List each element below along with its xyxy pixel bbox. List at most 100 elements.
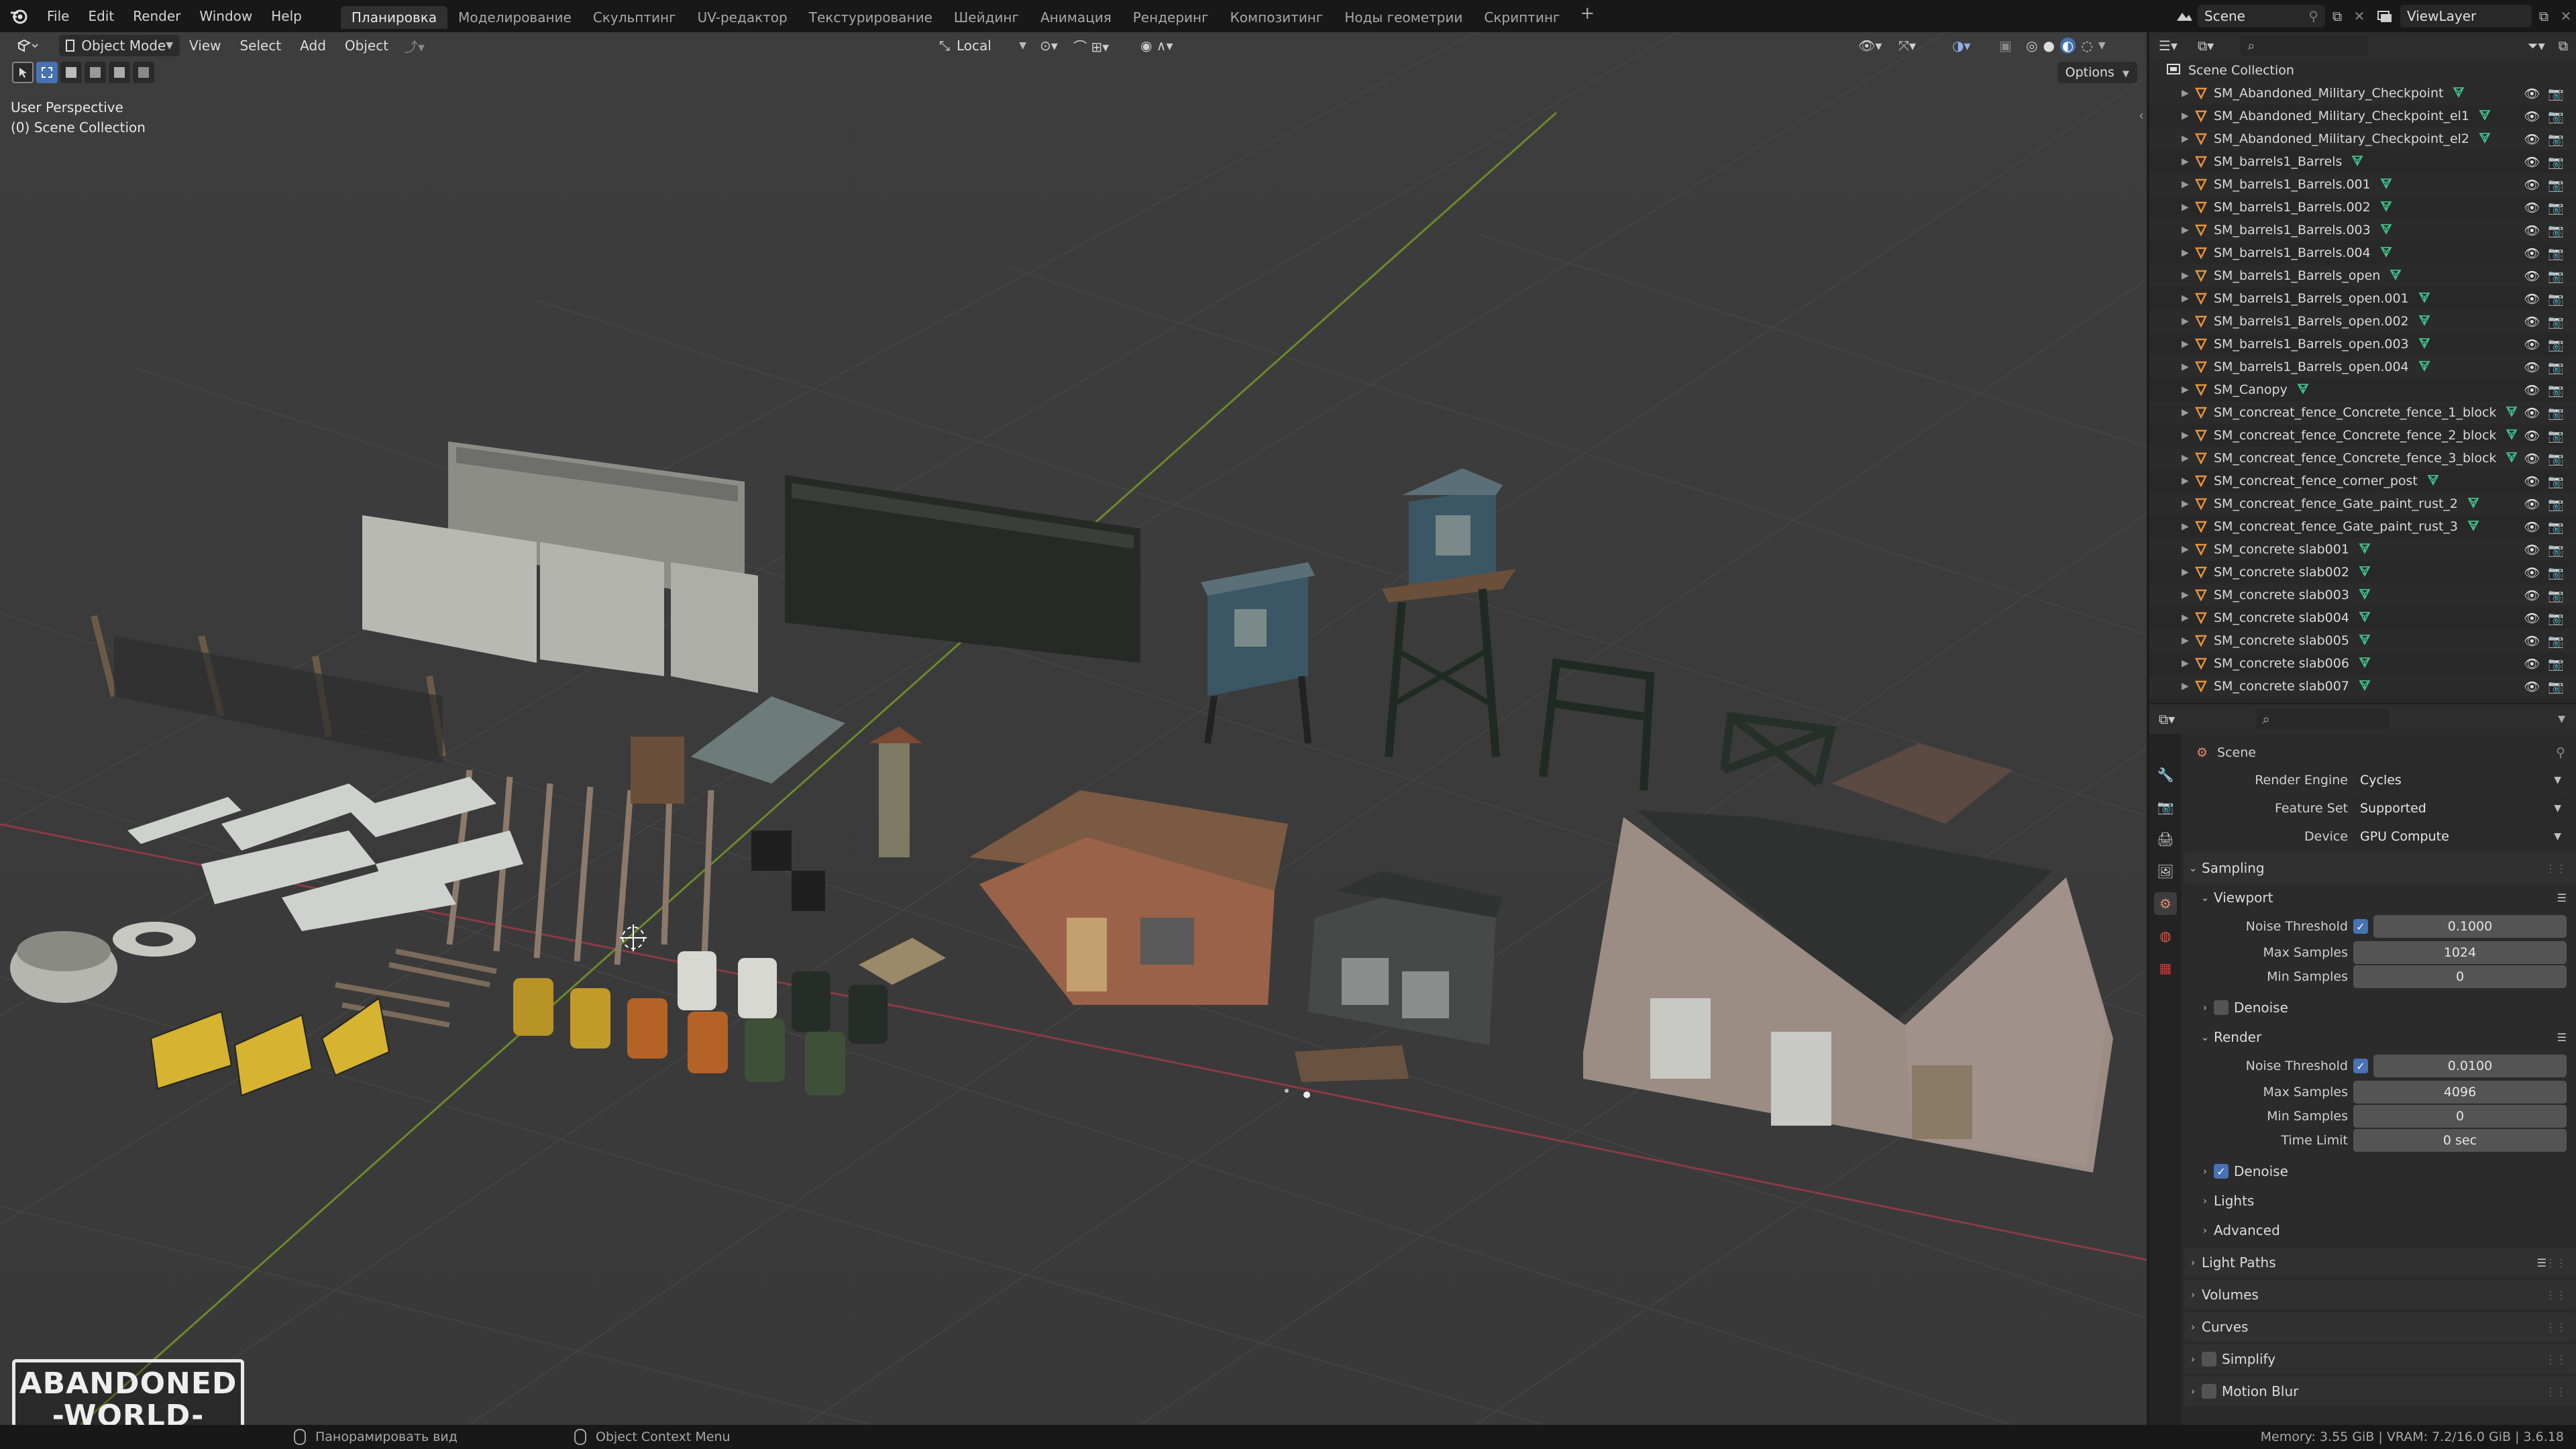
chevron-right-icon[interactable]: ▶ bbox=[2182, 658, 2192, 669]
outliner-item[interactable]: ▶ SM_barrels1_Barrels.004 👁 📷 bbox=[2149, 241, 2576, 264]
camera-icon[interactable]: 📷 bbox=[2548, 360, 2564, 375]
outliner-item[interactable]: ▶ SM_concrete slab007 👁 📷 bbox=[2149, 675, 2576, 698]
eye-icon[interactable]: 👁 bbox=[2524, 246, 2540, 261]
outliner-item[interactable]: ▶ SM_concrete slab002 👁 📷 bbox=[2149, 561, 2576, 584]
menu-object[interactable]: Object bbox=[335, 38, 398, 54]
pin-icon[interactable]: ⚲ bbox=[2556, 745, 2565, 760]
eye-icon[interactable]: 👁 bbox=[2524, 405, 2540, 421]
outliner-item[interactable]: ▶ SM_barrels1_Barrels_open.003 👁 📷 bbox=[2149, 333, 2576, 356]
texture-tab-icon[interactable]: ▦ bbox=[2154, 957, 2177, 979]
chevron-right-icon[interactable]: ▶ bbox=[2182, 498, 2192, 509]
sampling-panel-header[interactable]: ⌄ Sampling ⋮⋮ bbox=[2184, 853, 2576, 883]
gizmo-icon[interactable]: ⤧▾ bbox=[1892, 35, 1923, 56]
camera-icon[interactable]: 📷 bbox=[2548, 565, 2564, 580]
eye-icon[interactable]: 👁 bbox=[2524, 109, 2540, 124]
camera-icon[interactable]: 📷 bbox=[2548, 496, 2564, 512]
new-scene-icon[interactable]: ⧉ bbox=[2325, 8, 2349, 24]
mesh-data-icon[interactable] bbox=[2359, 610, 2371, 626]
camera-icon[interactable]: 📷 bbox=[2548, 519, 2564, 535]
tab-shading[interactable]: Шейдинг bbox=[943, 6, 1030, 29]
chevron-right-icon[interactable]: ▶ bbox=[2182, 544, 2192, 555]
chevron-right-icon[interactable]: ▶ bbox=[2182, 88, 2192, 99]
outliner-item[interactable]: ▶ SM_concreat_fence_corner_post 👁 📷 bbox=[2149, 470, 2576, 492]
eye-icon[interactable]: 👁 bbox=[2524, 610, 2540, 626]
vp-noise-threshold-checkbox[interactable]: ✓ bbox=[2353, 919, 2368, 934]
tab-modeling[interactable]: Моделирование bbox=[447, 6, 582, 29]
menu-select[interactable]: Select bbox=[230, 38, 290, 54]
mesh-data-icon[interactable] bbox=[2390, 268, 2402, 284]
mesh-data-icon[interactable] bbox=[2506, 405, 2518, 421]
camera-icon[interactable]: 📷 bbox=[2548, 656, 2564, 672]
add-workspace-button[interactable]: + bbox=[1570, 3, 1604, 29]
mesh-data-icon[interactable] bbox=[2506, 428, 2518, 443]
motion-blur-panel-header[interactable]: › Motion Blur ⋮⋮ bbox=[2184, 1377, 2576, 1406]
eye-icon[interactable]: 👁 bbox=[2524, 223, 2540, 238]
tab-rendering[interactable]: Рендеринг bbox=[1122, 6, 1220, 29]
overlays-icon[interactable]: ◑▾ bbox=[1945, 35, 1978, 56]
render-subpanel-header[interactable]: ⌄ Render ☰ bbox=[2184, 1022, 2576, 1052]
outliner-item[interactable]: ▶ SM_Abandoned_Military_Checkpoint 👁 📷 bbox=[2149, 82, 2576, 105]
snap-icon[interactable]: ⌒ ⊞▾ bbox=[1067, 35, 1116, 56]
eye-icon[interactable]: 👁 bbox=[2524, 86, 2540, 101]
camera-icon[interactable]: 📷 bbox=[2548, 177, 2564, 193]
chevron-right-icon[interactable]: ▶ bbox=[2182, 362, 2192, 372]
camera-icon[interactable]: 📷 bbox=[2548, 474, 2564, 489]
view-layer-tab-icon[interactable]: 🖼 bbox=[2154, 860, 2177, 883]
menu-help[interactable]: Help bbox=[262, 0, 311, 32]
r-max-samples-field[interactable]: 4096 bbox=[2353, 1081, 2567, 1104]
chevron-right-icon[interactable]: ▶ bbox=[2182, 384, 2192, 395]
eye-icon[interactable]: 👁 bbox=[2524, 314, 2540, 329]
chevron-right-icon[interactable]: ▶ bbox=[2182, 270, 2192, 281]
select-extend-icon[interactable] bbox=[60, 62, 82, 83]
camera-icon[interactable]: 📷 bbox=[2548, 246, 2564, 261]
camera-icon[interactable]: 📷 bbox=[2548, 633, 2564, 649]
chevron-right-icon[interactable]: ▶ bbox=[2182, 407, 2192, 418]
chevron-right-icon[interactable]: ▶ bbox=[2182, 476, 2192, 486]
mesh-data-icon[interactable] bbox=[2418, 314, 2430, 329]
chevron-right-icon[interactable]: ▶ bbox=[2182, 453, 2192, 464]
camera-icon[interactable]: 📷 bbox=[2548, 200, 2564, 215]
drag-handle-icon[interactable]: ⋮⋮ bbox=[2545, 1256, 2567, 1269]
camera-icon[interactable]: 📷 bbox=[2548, 223, 2564, 238]
gpencil-tool-icon[interactable]: ⤴▾ bbox=[398, 35, 431, 56]
eye-icon[interactable]: 👁 bbox=[2524, 519, 2540, 535]
outliner-item[interactable]: ▶ SM_concrete slab003 👁 📷 bbox=[2149, 584, 2576, 606]
editor-type-button[interactable] bbox=[9, 35, 46, 56]
menu-render[interactable]: Render bbox=[123, 0, 190, 32]
menu-window[interactable]: Window bbox=[190, 0, 262, 32]
volumes-panel-header[interactable]: › Volumes ⋮⋮ bbox=[2184, 1280, 2576, 1309]
eye-icon[interactable]: 👁 bbox=[2524, 474, 2540, 489]
vp-denoise-checkbox[interactable] bbox=[2214, 1000, 2229, 1015]
mesh-data-icon[interactable] bbox=[2453, 86, 2465, 101]
eye-icon[interactable]: 👁 bbox=[2524, 291, 2540, 307]
preset-list-icon[interactable]: ☰ bbox=[2557, 1031, 2567, 1044]
r-denoise-subpanel-header[interactable]: › ✓ Denoise bbox=[2184, 1157, 2576, 1186]
light-paths-panel-header[interactable]: › Light Paths ☰ ⋮⋮ bbox=[2184, 1248, 2576, 1277]
delete-scene-icon[interactable]: ✕ bbox=[2349, 8, 2369, 24]
mesh-data-icon[interactable] bbox=[2380, 177, 2392, 193]
select-new-icon[interactable] bbox=[36, 62, 58, 83]
select-intersect-icon[interactable] bbox=[133, 62, 154, 83]
menu-file[interactable]: File bbox=[38, 0, 78, 32]
vp-noise-threshold-field[interactable]: 0.1000 bbox=[2373, 915, 2567, 938]
feature-set-dropdown[interactable]: Supported ▼ bbox=[2353, 797, 2567, 820]
mesh-data-icon[interactable] bbox=[2359, 633, 2371, 649]
3d-viewport[interactable]: Object Mode ▼ View Select Add Object ⤴▾ … bbox=[0, 32, 2147, 1425]
scene-collection-row[interactable]: Scene Collection bbox=[2149, 59, 2576, 82]
chevron-down-icon[interactable]: ▼ bbox=[2558, 714, 2565, 724]
camera-icon[interactable]: 📷 bbox=[2548, 588, 2564, 603]
outliner-item[interactable]: ▶ SM_concrete slab005 👁 📷 bbox=[2149, 629, 2576, 652]
tab-layout[interactable]: Планировка bbox=[340, 6, 448, 29]
tab-geometry-nodes[interactable]: Ноды геометрии bbox=[1334, 6, 1473, 29]
outliner-item[interactable]: ▶ SM_barrels1_Barrels.002 👁 📷 bbox=[2149, 196, 2576, 219]
vp-denoise-subpanel-header[interactable]: › Denoise bbox=[2184, 993, 2576, 1022]
outliner-item[interactable]: ▶ SM_barrels1_Barrels_open 👁 📷 bbox=[2149, 264, 2576, 287]
pivot-point-icon[interactable]: ⊙▾ bbox=[1033, 35, 1065, 56]
new-view-layer-icon[interactable]: ⧉ bbox=[2532, 8, 2556, 24]
eye-icon[interactable]: 👁 bbox=[2524, 451, 2540, 466]
mesh-data-icon[interactable] bbox=[2479, 131, 2491, 147]
display-mode-icon[interactable]: ⧉▾ bbox=[2198, 38, 2214, 54]
outliner-editor-type-icon[interactable]: ☰▾ bbox=[2159, 38, 2178, 54]
visibility-icon[interactable]: 👁▾ bbox=[1851, 35, 1888, 56]
mesh-data-icon[interactable] bbox=[2467, 519, 2479, 535]
